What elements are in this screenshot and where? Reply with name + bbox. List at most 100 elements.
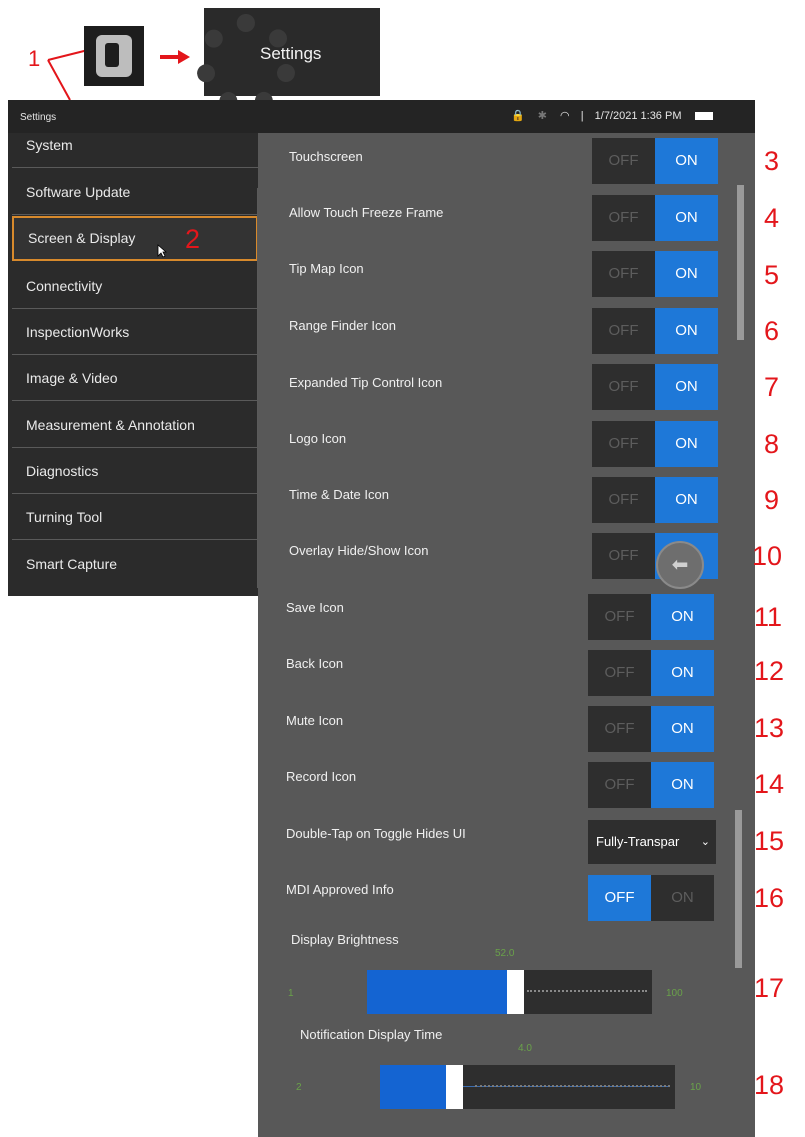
toggle-off-option[interactable]: OFF — [592, 308, 655, 354]
back-icon-toggle[interactable]: OFF ON — [588, 650, 714, 696]
allow-touch-freeze-frame-toggle[interactable]: OFF ON — [592, 195, 718, 241]
callout-8: 8 — [764, 429, 780, 459]
toggle-off-option[interactable]: OFF — [588, 594, 651, 640]
toggle-off-option[interactable]: OFF — [588, 706, 651, 752]
mdi-approved-info-toggle[interactable]: OFF ON — [588, 875, 714, 921]
callout-6: 6 — [764, 316, 780, 346]
row-label-touchscreen: Touchscreen — [289, 149, 363, 164]
toggle-off-option[interactable]: OFF — [588, 762, 651, 808]
callout-10: 10 — [752, 541, 783, 571]
brightness-thumb[interactable] — [507, 970, 524, 1014]
row-label-overlay-hide-show-icon: Overlay Hide/Show Icon — [289, 543, 429, 558]
menu-item-system[interactable]: System — [12, 123, 258, 168]
toggle-off-option[interactable]: OFF — [592, 138, 655, 184]
row-label-mdi-approved-info: MDI Approved Info — [286, 882, 394, 897]
mouse-cursor-icon — [157, 244, 167, 258]
callout-7: 7 — [764, 372, 780, 402]
toggle-off-option[interactable]: OFF — [592, 477, 655, 523]
callout-13: 13 — [754, 713, 785, 743]
settings-tile[interactable]: Settings — [196, 8, 380, 114]
toggle-off-option[interactable]: OFF — [592, 364, 655, 410]
row-label-save-icon: Save Icon — [286, 600, 344, 615]
gear-icon — [196, 14, 296, 114]
menu-item-smart-capture[interactable]: Smart Capture — [12, 542, 258, 587]
brightness-slider[interactable] — [367, 970, 652, 1014]
callout-11: 11 — [754, 602, 783, 632]
row-label-allow-touch-freeze-frame: Allow Touch Freeze Frame — [289, 205, 444, 220]
callout-9: 9 — [764, 485, 780, 515]
toggle-off-option[interactable]: OFF — [592, 421, 655, 467]
brightness-max: 100 — [666, 988, 683, 999]
callout-15: 15 — [754, 826, 785, 856]
toggle-off-option[interactable]: OFF — [588, 650, 651, 696]
menu-item-connectivity[interactable]: Connectivity — [12, 264, 258, 309]
toggle-on-option[interactable]: ON — [655, 195, 718, 241]
save-icon-toggle[interactable]: OFF ON — [588, 594, 714, 640]
toggle-on-option[interactable]: ON — [655, 421, 718, 467]
callout-4: 4 — [764, 203, 780, 233]
toggle-off-option[interactable]: OFF — [592, 251, 655, 297]
status-datetime: 1/7/2021 1:36 PM — [594, 110, 682, 122]
toggle-on-option[interactable]: ON — [651, 706, 714, 752]
toggle-on-option[interactable]: ON — [651, 594, 714, 640]
toggle-off-option[interactable]: OFF — [592, 195, 655, 241]
row-label-logo-icon: Logo Icon — [289, 431, 347, 446]
notification-thumb[interactable] — [446, 1065, 463, 1109]
double-tap-select-value: Fully-Transpar — [596, 834, 680, 849]
double-tap-select[interactable]: Fully-Transpar ⌄ — [588, 820, 716, 864]
callout-16: 16 — [754, 883, 785, 913]
mute-icon-toggle[interactable]: OFF ON — [588, 706, 714, 752]
toggle-on-option[interactable]: ON — [651, 875, 714, 921]
menu-item-measurement-annotation[interactable]: Measurement & Annotation — [12, 403, 258, 448]
right-arrow-icon — [160, 50, 190, 64]
tip-map-icon-toggle[interactable]: OFF ON — [592, 251, 718, 297]
callout-3: 3 — [764, 146, 780, 176]
range-finder-icon-toggle[interactable]: OFF ON — [592, 308, 718, 354]
notification-max: 10 — [690, 1082, 702, 1093]
callout-2: 2 — [185, 224, 201, 254]
row-label-double-tap: Double-Tap on Toggle Hides UI — [286, 826, 466, 841]
touchscreen-toggle[interactable]: OFF ON — [592, 138, 718, 184]
notification-fill — [380, 1065, 454, 1109]
back-arrow-icon[interactable]: ⬅ — [656, 541, 704, 589]
record-icon-toggle[interactable]: OFF ON — [588, 762, 714, 808]
toggle-off-option[interactable]: OFF — [588, 875, 651, 921]
lock-icon: 🔒 — [511, 110, 525, 122]
row-label-expanded-tip-control-icon: Expanded Tip Control Icon — [289, 375, 443, 390]
callout-5: 5 — [764, 260, 780, 290]
panel-scrollbar-bottom[interactable] — [735, 810, 742, 968]
callout-12: 12 — [754, 656, 785, 686]
expanded-tip-control-icon-toggle[interactable]: OFF ON — [592, 364, 718, 410]
notification-slider[interactable] — [380, 1065, 675, 1109]
brightness-fill — [367, 970, 515, 1014]
toggle-off-option[interactable]: OFF — [592, 533, 655, 579]
toggle-on-option[interactable]: ON — [651, 762, 714, 808]
brightness-value: 52.0 — [495, 948, 515, 959]
menu-item-image-video[interactable]: Image & Video — [12, 356, 258, 401]
chevron-down-icon: ⌄ — [700, 836, 710, 848]
toggle-on-option[interactable]: ON — [655, 364, 718, 410]
row-label-record-icon: Record Icon — [286, 769, 357, 784]
menu-item-screen-display[interactable]: Screen & Display — [12, 216, 258, 261]
logo-icon-toggle[interactable]: OFF ON — [592, 421, 718, 467]
toggle-on-option[interactable]: ON — [651, 650, 714, 696]
callout-18: 18 — [754, 1070, 785, 1100]
status-bar-title: Settings — [20, 112, 57, 123]
toggle-on-option[interactable]: ON — [655, 477, 718, 523]
notification-value: 4.0 — [518, 1043, 532, 1054]
menu-item-diagnostics[interactable]: Diagnostics — [12, 449, 258, 494]
row-label-tip-map-icon: Tip Map Icon — [289, 261, 364, 276]
app-icon[interactable] — [84, 26, 144, 86]
menu-item-inspectionworks[interactable]: InspectionWorks — [12, 310, 258, 355]
time-date-icon-toggle[interactable]: OFF ON — [592, 477, 718, 523]
menu-item-turning-tool[interactable]: Turning Tool — [12, 495, 258, 540]
settings-menu: System Software Update Screen & Display … — [8, 133, 266, 596]
row-label-display-brightness: Display Brightness — [291, 932, 399, 947]
toggle-on-option[interactable]: ON — [655, 308, 718, 354]
toggle-on-option[interactable]: ON — [655, 138, 718, 184]
menu-item-software-update[interactable]: Software Update — [12, 170, 258, 215]
panel-scrollbar-top[interactable] — [737, 185, 744, 340]
row-label-range-finder-icon: Range Finder Icon — [289, 318, 396, 333]
callout-17: 17 — [754, 973, 785, 1003]
toggle-on-option[interactable]: ON — [655, 251, 718, 297]
